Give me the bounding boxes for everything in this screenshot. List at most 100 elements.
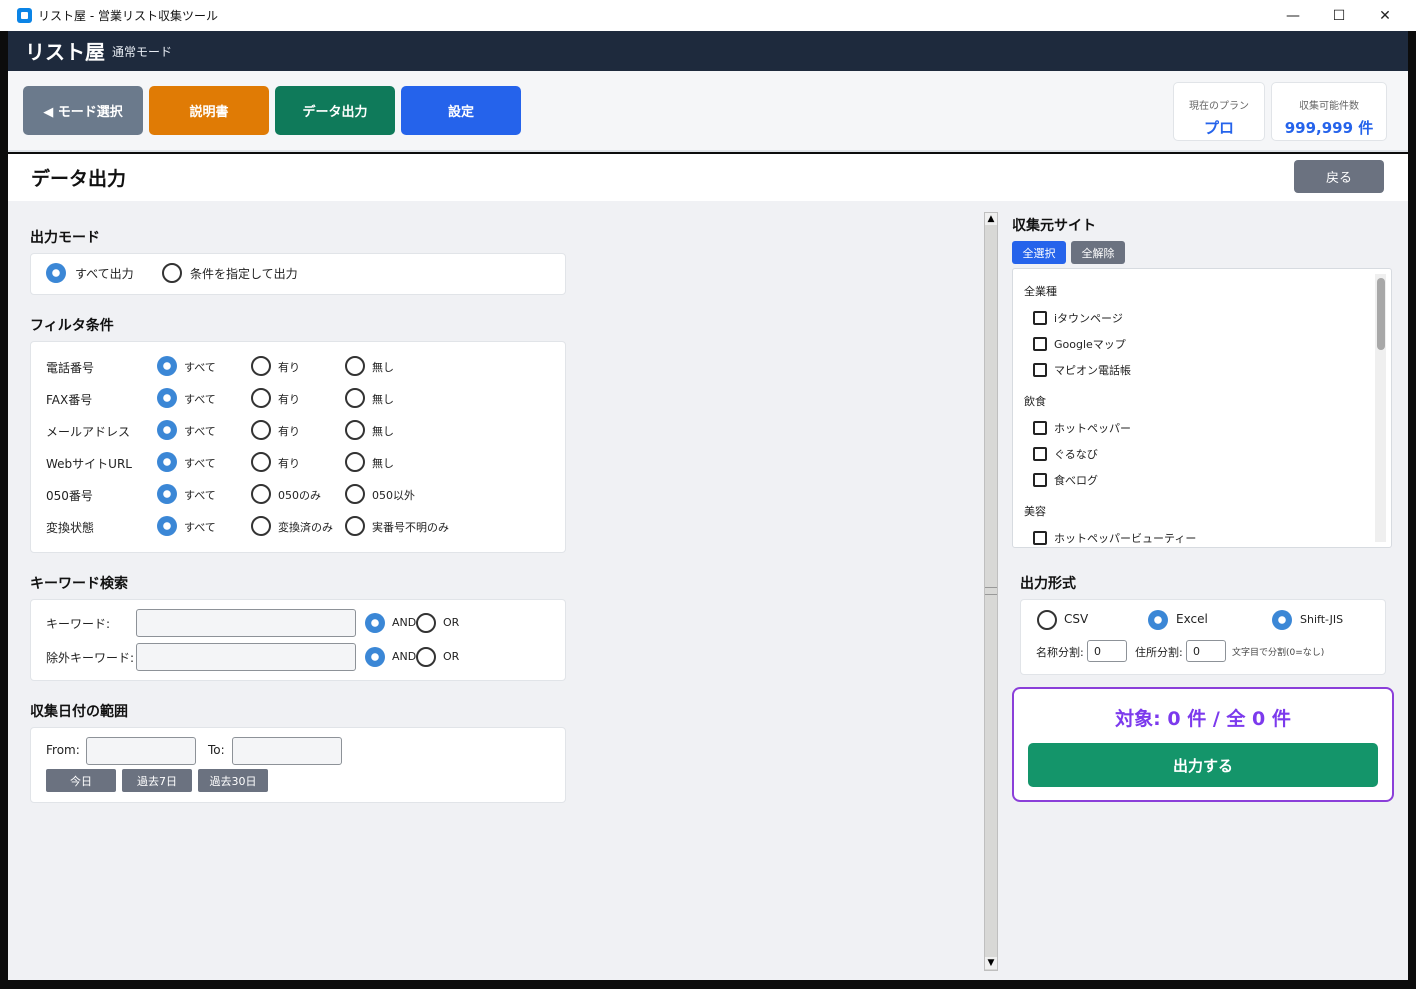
output-conditional-radio[interactable] (162, 263, 182, 283)
filter-option-label: 050以外 (372, 489, 415, 502)
past-30-days-button[interactable]: 過去30日 (198, 769, 268, 792)
filter-email-all-radio[interactable] (157, 420, 177, 440)
window-title: リスト屋 - 営業リスト収集ツール (38, 9, 218, 23)
site-checkbox[interactable] (1033, 311, 1047, 325)
filter-phone-yes-radio[interactable] (251, 356, 271, 376)
site-item-label: iタウンページ (1054, 312, 1123, 325)
maximize-icon[interactable]: ☐ (1316, 0, 1362, 31)
filter-email-yes-radio[interactable] (251, 420, 271, 440)
filter-option-label: 無し (372, 425, 394, 438)
date-to-label: To: (208, 743, 225, 757)
clear-all-button[interactable]: 全解除 (1071, 241, 1125, 264)
past-7-days-button[interactable]: 過去7日 (122, 769, 192, 792)
today-button[interactable]: 今日 (46, 769, 116, 792)
close-icon[interactable]: ✕ (1362, 0, 1408, 31)
plan-card: 現在のプラン プロ (1173, 82, 1265, 141)
app-name: リスト屋 (25, 40, 105, 64)
scroll-up-arrow-icon[interactable]: ▲ (985, 213, 997, 225)
site-list-scroll-thumb[interactable] (1377, 278, 1385, 350)
exclude-keyword-label: 除外キーワード: (46, 651, 135, 665)
filter-fax-yes-radio[interactable] (251, 388, 271, 408)
filter-option-label: 有り (278, 361, 300, 374)
filter-website-yes-radio[interactable] (251, 452, 271, 472)
output-conditional-label: 条件を指定して出力 (190, 267, 298, 281)
filter-label-email: メールアドレス (46, 425, 131, 439)
exclude-or-label: OR (443, 650, 460, 663)
filter-fax-no-radio[interactable] (345, 388, 365, 408)
format-sjis-label: Shift-JIS (1300, 613, 1344, 626)
site-checkbox[interactable] (1033, 363, 1047, 377)
site-checkbox[interactable] (1033, 447, 1047, 461)
date-to-input[interactable] (232, 737, 342, 765)
keyword-input[interactable] (136, 609, 356, 637)
filter-option-label: すべて (184, 361, 216, 374)
filter-conversion-unknown-radio[interactable] (345, 516, 365, 536)
keyword-or-radio[interactable] (416, 613, 436, 633)
date-from-label: From: (46, 743, 80, 757)
filter-option-label: すべて (184, 489, 216, 502)
site-checkbox[interactable] (1033, 473, 1047, 487)
address-split-input[interactable]: 0 (1186, 640, 1226, 662)
app-header (8, 31, 1408, 71)
filter-option-label: 050のみ (278, 489, 321, 502)
exclude-keyword-input[interactable] (136, 643, 356, 671)
date-from-input[interactable] (86, 737, 196, 765)
filter-050-all-radio[interactable] (157, 484, 177, 504)
filter-email-no-radio[interactable] (345, 420, 365, 440)
back-button[interactable]: 戻る (1294, 160, 1384, 193)
settings-button[interactable]: 設定 (401, 86, 521, 135)
format-title: 出力形式 (1020, 576, 1076, 592)
exclude-and-label: AND (392, 650, 417, 663)
filter-050-except-radio[interactable] (345, 484, 365, 504)
name-split-label: 名称分割: (1036, 646, 1084, 659)
filter-option-label: 無し (372, 361, 394, 374)
site-checkbox[interactable] (1033, 421, 1047, 435)
filter-label-website: WebサイトURL (46, 457, 132, 471)
filter-conversion-done-radio[interactable] (251, 516, 271, 536)
format-excel-radio[interactable] (1148, 610, 1168, 630)
filter-label-050: 050番号 (46, 489, 93, 503)
format-sjis-radio[interactable] (1272, 610, 1292, 630)
site-checkbox[interactable] (1033, 337, 1047, 351)
exclude-and-radio[interactable] (365, 647, 385, 667)
quota-label: 収集可能件数 (1299, 101, 1359, 112)
name-split-input[interactable]: 0 (1087, 640, 1127, 662)
filter-website-all-radio[interactable] (157, 452, 177, 472)
filter-phone-no-radio[interactable] (345, 356, 365, 376)
keyword-and-label: AND (392, 616, 417, 629)
filter-label-conversion: 変換状態 (46, 521, 95, 535)
format-csv-label: CSV (1064, 612, 1089, 626)
site-item-label: ホットペッパービューティー (1054, 532, 1197, 545)
manual-button[interactable]: 説明書 (149, 86, 269, 135)
filter-phone-all-radio[interactable] (157, 356, 177, 376)
site-item-label: マピオン電話帳 (1054, 364, 1131, 377)
format-excel-label: Excel (1176, 612, 1208, 626)
filter-conversion-all-radio[interactable] (157, 516, 177, 536)
site-checkbox[interactable] (1033, 531, 1047, 545)
site-category: 美容 (1024, 505, 1046, 518)
exclude-or-radio[interactable] (416, 647, 436, 667)
output-all-label: すべて出力 (75, 267, 134, 281)
scroll-down-arrow-icon[interactable]: ▼ (985, 957, 997, 969)
output-all-radio[interactable] (46, 263, 66, 283)
site-category: 飲食 (1024, 395, 1046, 408)
export-button[interactable]: 出力する (1028, 743, 1378, 787)
filter-option-label: 有り (278, 393, 300, 406)
keyword-and-radio[interactable] (365, 613, 385, 633)
filter-fax-all-radio[interactable] (157, 388, 177, 408)
mode-select-button[interactable]: ◀ モード選択 (23, 86, 143, 135)
filter-050-only-radio[interactable] (251, 484, 271, 504)
filter-website-no-radio[interactable] (345, 452, 365, 472)
select-all-button[interactable]: 全選択 (1012, 241, 1066, 264)
filter-label-phone: 電話番号 (46, 361, 95, 375)
target-count: 対象: 0 件 / 全 0 件 (1115, 708, 1291, 730)
filter-option-label: 有り (278, 425, 300, 438)
format-csv-radio[interactable] (1037, 610, 1057, 630)
quota-value: 999,999 件 (1284, 119, 1374, 137)
keyword-or-label: OR (443, 616, 460, 629)
minimize-icon[interactable]: — (1270, 0, 1316, 31)
data-export-button[interactable]: データ出力 (275, 86, 395, 135)
address-split-label: 住所分割: (1135, 646, 1183, 659)
filter-option-label: 無し (372, 457, 394, 470)
scrollbar-grip[interactable] (985, 587, 997, 595)
